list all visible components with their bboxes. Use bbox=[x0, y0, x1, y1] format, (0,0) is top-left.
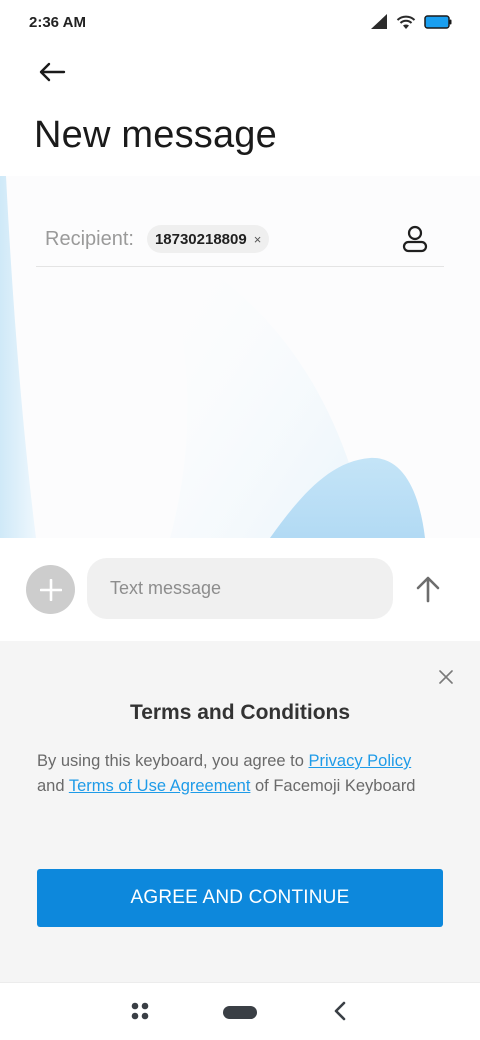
arrow-left-icon bbox=[39, 62, 66, 82]
terms-panel: Terms and Conditions By using this keybo… bbox=[0, 641, 480, 982]
terms-text-prefix: By using this keyboard, you agree to bbox=[37, 752, 309, 770]
terms-text-and: and bbox=[37, 776, 69, 795]
signal-icon bbox=[371, 14, 387, 29]
back-button[interactable] bbox=[32, 54, 72, 90]
terms-title: Terms and Conditions bbox=[129, 701, 351, 724]
send-button[interactable] bbox=[410, 571, 446, 607]
recipient-chip[interactable]: 18730218809 × bbox=[146, 225, 270, 253]
status-icons bbox=[370, 14, 452, 30]
close-icon bbox=[439, 670, 453, 684]
terms-close-button[interactable] bbox=[434, 665, 458, 689]
recents-icon[interactable] bbox=[130, 1001, 150, 1021]
attach-button[interactable] bbox=[26, 565, 75, 614]
message-input[interactable] bbox=[87, 558, 393, 619]
agree-and-continue-button[interactable]: AGREE AND CONTINUE bbox=[37, 869, 443, 927]
page-title: New message bbox=[34, 114, 277, 156]
terms-body: By using this keyboard, you agree to Pri… bbox=[37, 749, 437, 798]
home-pill-icon[interactable] bbox=[223, 1006, 257, 1019]
battery-icon bbox=[424, 15, 452, 29]
back-chevron-icon[interactable] bbox=[330, 1000, 350, 1022]
status-bar: 2:36 AM bbox=[0, 0, 480, 44]
recipient-row: Recipient: 18730218809 × bbox=[36, 212, 444, 267]
terms-text-suffix: of Facemoji Keyboard bbox=[250, 776, 416, 795]
status-time: 2:36 AM bbox=[29, 13, 86, 31]
navigation-bar bbox=[0, 982, 480, 1040]
compose-row bbox=[0, 538, 480, 641]
terms-of-use-link[interactable]: Terms of Use Agreement bbox=[69, 777, 251, 795]
contact-picker-button[interactable] bbox=[400, 224, 430, 254]
recipient-label: Recipient: bbox=[45, 227, 134, 250]
arrow-up-icon bbox=[416, 576, 440, 603]
plus-icon bbox=[39, 578, 62, 601]
recipient-chip-number: 18730218809 bbox=[154, 230, 247, 248]
chip-remove-icon[interactable]: × bbox=[254, 232, 262, 247]
privacy-policy-link[interactable]: Privacy Policy bbox=[309, 752, 412, 770]
person-icon bbox=[402, 225, 428, 253]
wifi-icon bbox=[396, 15, 416, 29]
